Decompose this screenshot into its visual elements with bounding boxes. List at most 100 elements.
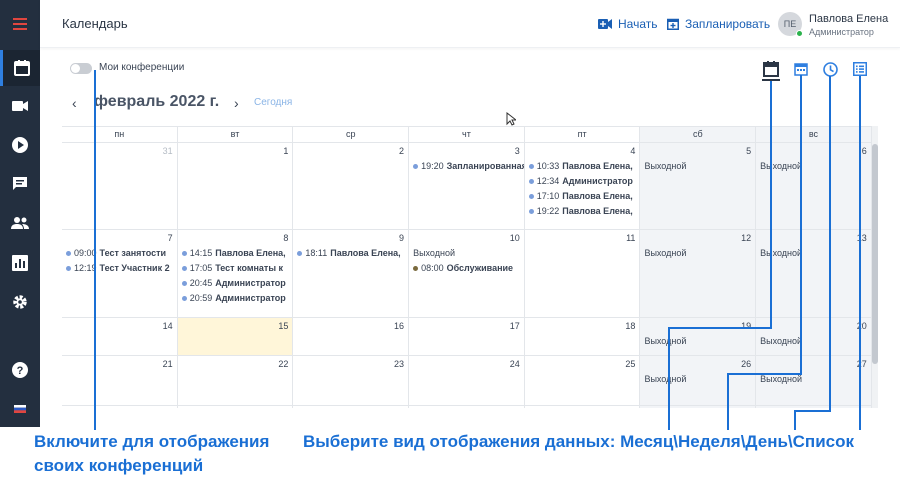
calendar-day-cell[interactable]: 23: [293, 356, 410, 406]
calendar-day-cell[interactable]: 5: [640, 406, 757, 408]
calendar-day-cell[interactable]: 2: [293, 406, 410, 408]
calendar-scrollbar[interactable]: [872, 126, 878, 408]
calendar-day-cell[interactable]: 16: [293, 318, 410, 356]
scrollbar-thumb[interactable]: [872, 144, 878, 364]
sidebar-item-contacts[interactable]: [0, 205, 40, 241]
day-number: 10: [509, 233, 520, 243]
calendar-day-cell[interactable]: 26 Выходной: [640, 356, 757, 406]
calendar-event[interactable]: 08:00 Обслуживание: [413, 261, 524, 276]
sidebar-item-calendar[interactable]: [0, 50, 40, 86]
day-events: 18:11 Павлова Елена,: [297, 246, 408, 261]
page-title: Календарь: [62, 16, 128, 31]
event-title: Павлова Елена,: [562, 161, 633, 171]
calendar-day-cell[interactable]: 8 14:15 Павлова Елена, 17:05 Тест комнаты к2…: [177, 230, 294, 318]
calendar-day-cell[interactable]: 4 10:33 Павлова Елена, 12:34 Администратор 17…: [524, 143, 641, 230]
day-number: 24: [509, 359, 520, 369]
day-number: 5: [746, 146, 752, 156]
calendar-day-cell[interactable]: 21: [62, 356, 178, 406]
event-title: Администратор: [562, 176, 633, 186]
event-dot-icon: [66, 251, 71, 256]
sidebar-item-video[interactable]: [0, 88, 40, 124]
event-dot-icon: [528, 209, 534, 214]
calendar-day-cell[interactable]: 5 Выходной: [640, 143, 757, 230]
calendar-day-cell[interactable]: 22: [177, 356, 294, 406]
calendar-day-cell[interactable]: 17: [409, 318, 525, 356]
calendar-day-cell[interactable]: 19 Выходной: [640, 318, 757, 356]
calendar-day-cell[interactable]: 13 Выходной: [756, 230, 872, 318]
day-number: 25: [625, 359, 636, 369]
user-name[interactable]: Павлова Елена: [809, 13, 888, 25]
calendar-day-cell[interactable]: 6 Выходной: [756, 143, 872, 230]
event-dot-icon: [528, 194, 534, 199]
calendar-day-cell[interactable]: 27 Выходной: [756, 356, 872, 406]
today-button[interactable]: Сегодня: [254, 97, 292, 108]
svg-text:?: ?: [17, 365, 24, 377]
calendar-day-cell[interactable]: 6: [756, 406, 872, 408]
event-title: Павлова Елена,: [330, 248, 401, 258]
calendar-event[interactable]: 20:45 Администратор: [181, 276, 293, 291]
calendar-day-cell[interactable]: 1: [178, 406, 294, 408]
start-button[interactable]: Начать: [598, 17, 658, 31]
calendar-day-cell[interactable]: 20 Выходной: [756, 318, 872, 356]
calendar-event[interactable]: 19:22 Павлова Елена,: [528, 204, 640, 219]
event-time: 17:05: [189, 263, 213, 273]
calendar-event[interactable]: 17:05 Тест комнаты к: [181, 261, 293, 276]
calendar-day-cell[interactable]: 2: [293, 143, 410, 230]
annotation-line-month-v: [668, 327, 670, 430]
calendar-week-row: 14 15 16 17 18 19 Выходной 20 Выходной: [62, 318, 872, 356]
calendar-event[interactable]: 14:15 Павлова Елена,: [181, 246, 293, 261]
day-number: 16: [394, 321, 405, 331]
day-number: 26: [741, 359, 752, 369]
calendar-day-cell[interactable]: 3 19:20 Запланированная: [409, 143, 525, 230]
event-title: Обслуживание: [446, 263, 514, 273]
day-number: 18: [625, 321, 636, 331]
next-month-button[interactable]: ›: [234, 95, 239, 111]
schedule-button[interactable]: Запланировать: [667, 17, 770, 31]
event-title: Тест занятости: [99, 248, 167, 258]
calendar-event[interactable]: 18:11 Павлова Елена,: [297, 246, 408, 261]
day-number: 6: [861, 146, 867, 156]
calendar-day-cell[interactable]: 28: [62, 406, 178, 408]
sidebar-item-chat[interactable]: [0, 166, 40, 202]
event-time: 20:45: [189, 278, 213, 288]
calendar-event[interactable]: 09:00 Тест занятости: [66, 246, 177, 261]
calendar-day-cell[interactable]: 18: [524, 318, 641, 356]
menu-icon[interactable]: [0, 6, 40, 42]
sidebar-item-help[interactable]: ?: [0, 352, 40, 388]
calendar-day-cell[interactable]: 7 09:00 Тест занятости 12:19 Тест Участник 2: [62, 230, 178, 318]
annotation-line-month-h: [668, 327, 772, 329]
calendar-day-cell[interactable]: 25: [524, 356, 641, 406]
calendar-event[interactable]: 12:19 Тест Участник 2: [66, 261, 177, 276]
annotation-line-list: [859, 76, 861, 430]
calendar-event[interactable]: 19:20 Запланированная: [413, 159, 524, 174]
video-icon: [598, 19, 612, 29]
calendar-day-cell[interactable]: 14: [62, 318, 178, 356]
calendar-day-cell[interactable]: 1: [177, 143, 294, 230]
calendar-day-cell[interactable]: 24: [409, 356, 525, 406]
calendar-event[interactable]: 17:10 Павлова Елена,: [528, 189, 640, 204]
my-conferences-toggle[interactable]: [70, 63, 92, 74]
day-events: 10:33 Павлова Елена, 12:34 Администратор 17:…: [528, 159, 640, 219]
event-dot-icon: [413, 164, 419, 169]
calendar-event[interactable]: 10:33 Павлова Елена,: [528, 159, 640, 174]
sidebar-item-reports[interactable]: [0, 245, 40, 281]
calendar-day-cell[interactable]: 4: [525, 406, 641, 408]
day-events: Выходной 08:00 Обслуживание: [413, 246, 524, 276]
calendar-event[interactable]: 12:34 Администратор: [528, 174, 640, 189]
calendar-week-row: 7 09:00 Тест занятости 12:19 Тест Участник 2…: [62, 230, 872, 318]
prev-month-button[interactable]: ‹: [72, 95, 77, 111]
calendar-day-cell[interactable]: 3: [409, 406, 525, 408]
calendar-day-cell[interactable]: 31: [62, 143, 178, 230]
month-view-icon[interactable]: [762, 60, 780, 78]
sidebar-item-settings[interactable]: [0, 284, 40, 320]
calendar-day-cell[interactable]: 11: [524, 230, 641, 318]
calendar-day-today[interactable]: 15: [177, 318, 294, 356]
chat-icon: [13, 177, 27, 190]
language-flag-icon[interactable]: [0, 391, 40, 427]
day-events: Выходной: [644, 246, 755, 261]
calendar-day-cell[interactable]: 10 Выходной 08:00 Обслуживание: [409, 230, 525, 318]
calendar-day-cell[interactable]: 12 Выходной: [640, 230, 757, 318]
calendar-day-cell[interactable]: 9 18:11 Павлова Елена,: [293, 230, 410, 318]
sidebar-item-recordings[interactable]: [0, 127, 40, 163]
calendar-event[interactable]: 20:59 Администратор: [181, 291, 293, 306]
